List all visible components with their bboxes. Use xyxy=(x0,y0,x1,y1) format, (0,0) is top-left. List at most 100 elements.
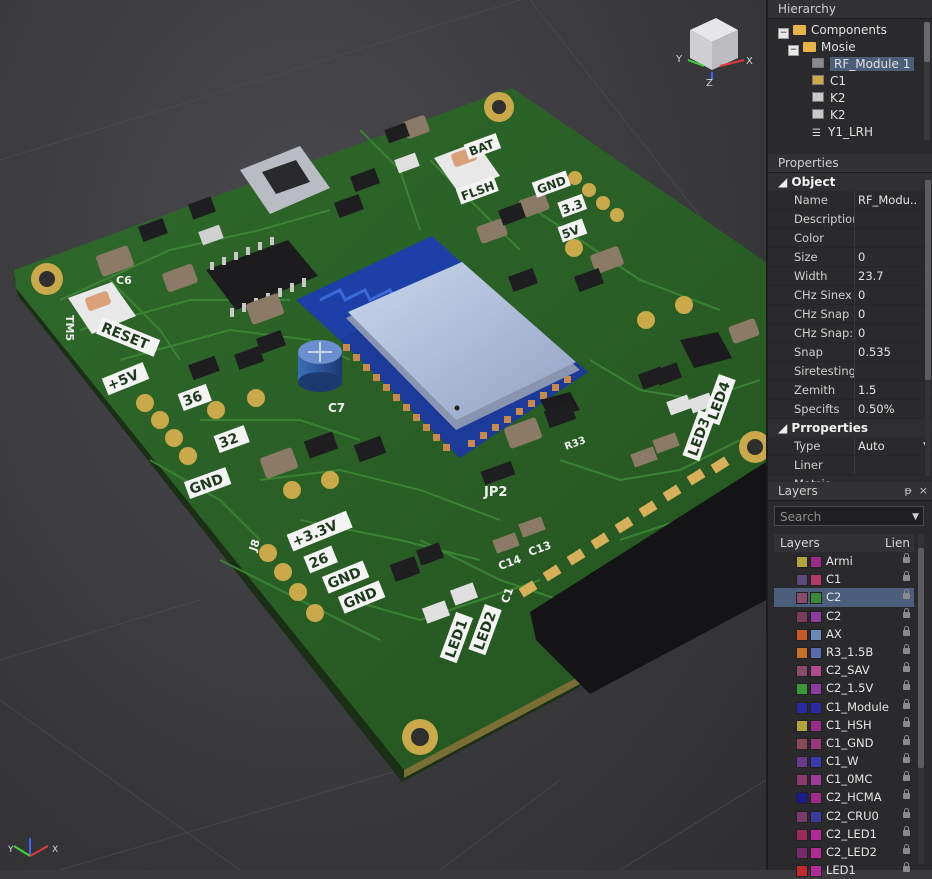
layer-color-swatch[interactable] xyxy=(810,683,822,696)
layer-color-swatch[interactable] xyxy=(796,592,808,605)
layer-color-swatch[interactable] xyxy=(810,810,822,823)
layer-color-swatch[interactable] xyxy=(810,737,822,750)
pin-icon[interactable]: ᵽ xyxy=(904,484,911,497)
layer-row[interactable]: LED1 xyxy=(774,861,914,879)
property-row[interactable]: CHz Snap: 0 xyxy=(768,324,932,343)
lock-icon[interactable] xyxy=(903,807,910,818)
property-row[interactable]: Siretesting xyxy=(768,362,932,381)
layer-color-swatch[interactable] xyxy=(810,665,822,678)
property-value[interactable]: RF_Modu... xyxy=(858,191,918,209)
layer-color-swatch[interactable] xyxy=(796,646,808,659)
layer-color-swatch[interactable] xyxy=(796,865,808,878)
layers-search-input[interactable]: Search ▼ xyxy=(774,506,924,526)
layer-color-swatch[interactable] xyxy=(796,810,808,823)
tree-item-y1-lrh[interactable]: ☰ Y1_LRH xyxy=(778,124,928,141)
lock-icon[interactable] xyxy=(903,734,910,745)
layer-row[interactable]: C2_LED2 xyxy=(774,843,914,861)
lock-icon[interactable] xyxy=(903,643,910,654)
lock-icon[interactable] xyxy=(903,589,910,600)
layer-color-swatch[interactable] xyxy=(796,701,808,714)
layer-row[interactable]: Armi xyxy=(774,552,914,570)
lock-icon[interactable] xyxy=(903,716,910,727)
layers-scrollbar[interactable] xyxy=(918,534,924,864)
layer-color-swatch[interactable] xyxy=(810,628,822,641)
layer-row[interactable]: C1_HSH xyxy=(774,716,914,734)
layer-color-swatch[interactable] xyxy=(796,774,808,787)
collapse-icon[interactable]: − xyxy=(788,45,799,56)
layer-color-swatch[interactable] xyxy=(796,574,808,587)
layer-row[interactable]: C1 xyxy=(774,570,914,588)
lock-icon[interactable] xyxy=(903,844,910,854)
tree-item-rf-module[interactable]: RF_Module 1 xyxy=(778,56,928,73)
layer-row[interactable]: C1_W xyxy=(774,752,914,770)
layer-row[interactable]: C2_1.5V xyxy=(774,679,914,697)
lock-icon[interactable] xyxy=(903,571,910,582)
layer-color-swatch[interactable] xyxy=(796,628,808,641)
layer-row[interactable]: C2_LED1 xyxy=(774,825,914,843)
layer-color-swatch[interactable] xyxy=(796,737,808,750)
property-value[interactable]: 0 xyxy=(858,324,918,342)
lock-icon[interactable] xyxy=(903,771,910,782)
dropdown-arrow-icon[interactable]: ▼ xyxy=(912,507,919,527)
tree-item-components[interactable]: − Components xyxy=(778,22,928,39)
layer-row[interactable]: C1_GND xyxy=(774,734,914,752)
lock-icon[interactable] xyxy=(903,862,910,873)
layer-color-swatch[interactable] xyxy=(796,665,808,678)
layer-color-swatch[interactable] xyxy=(796,792,808,805)
property-row[interactable]: CHz Sinex 0 xyxy=(768,286,932,305)
lock-icon[interactable] xyxy=(903,680,910,691)
lock-icon[interactable] xyxy=(903,607,910,618)
section-object[interactable]: ◢ Object xyxy=(768,173,932,191)
property-row[interactable]: Size 0 xyxy=(768,248,932,267)
layer-row[interactable]: C2 xyxy=(774,607,914,625)
lock-icon[interactable] xyxy=(903,789,910,800)
tree-item-mosie[interactable]: − Mosie xyxy=(778,39,928,56)
lock-icon[interactable] xyxy=(903,662,910,673)
layer-row[interactable]: C2_CRU0 xyxy=(774,807,914,825)
close-icon[interactable]: × xyxy=(919,484,928,497)
layer-color-swatch[interactable] xyxy=(796,610,808,623)
property-row[interactable]: Width 23.7 xyxy=(768,267,932,286)
layer-color-swatch[interactable] xyxy=(810,792,822,805)
property-value[interactable]: 0 xyxy=(858,286,918,304)
collapse-icon[interactable]: − xyxy=(778,28,789,39)
hierarchy-scrollbar[interactable] xyxy=(924,22,930,140)
properties-scrollbar[interactable] xyxy=(925,176,931,476)
property-value[interactable]: 0.50% xyxy=(858,400,918,418)
lock-icon[interactable] xyxy=(903,753,910,764)
property-value[interactable]: 23.7 xyxy=(858,267,918,285)
property-row[interactable]: Description xyxy=(768,210,932,229)
tree-item-k2-b[interactable]: K2 xyxy=(778,107,928,124)
view-cube[interactable]: Y X Z xyxy=(675,18,753,89)
lock-icon[interactable] xyxy=(903,553,910,563)
layer-row[interactable]: C1_0MC xyxy=(774,770,914,788)
layer-color-swatch[interactable] xyxy=(810,865,822,878)
property-row[interactable]: Name RF_Modu... xyxy=(768,191,932,210)
lock-icon[interactable] xyxy=(903,625,910,636)
layer-row[interactable]: C1_Module xyxy=(774,698,914,716)
layer-color-swatch[interactable] xyxy=(810,847,822,859)
property-row[interactable]: CHz Snap 0 xyxy=(768,305,932,324)
layer-row[interactable]: R3_1.5B xyxy=(774,643,914,661)
layer-color-swatch[interactable] xyxy=(796,828,808,841)
layer-color-swatch[interactable] xyxy=(796,683,808,696)
property-row[interactable]: Color xyxy=(768,229,932,248)
layer-color-swatch[interactable] xyxy=(810,610,822,623)
property-value[interactable]: 1.5 xyxy=(858,381,918,399)
layer-color-swatch[interactable] xyxy=(810,646,822,659)
3d-viewport[interactable]: RESET TM5 +5V 36 32 GND +3.3V 26 GND GND… xyxy=(0,0,766,870)
tree-item-c1[interactable]: C1 xyxy=(778,73,928,90)
property-row[interactable]: Specifts 0.50% xyxy=(768,400,932,419)
layer-color-swatch[interactable] xyxy=(810,774,822,787)
layer-row[interactable]: C2 xyxy=(774,588,914,607)
layer-color-swatch[interactable] xyxy=(810,756,822,769)
layer-color-swatch[interactable] xyxy=(810,719,822,732)
property-value[interactable]: 0 xyxy=(858,305,918,323)
tree-item-k2[interactable]: K2 xyxy=(778,90,928,107)
layer-color-swatch[interactable] xyxy=(810,556,822,568)
property-value[interactable]: Auto xyxy=(858,437,918,455)
section-properties[interactable]: ◢ Prroperties xyxy=(768,419,932,437)
layer-color-swatch[interactable] xyxy=(810,828,822,841)
property-row[interactable]: Liner xyxy=(768,456,932,475)
property-value[interactable]: 0 xyxy=(858,248,918,266)
